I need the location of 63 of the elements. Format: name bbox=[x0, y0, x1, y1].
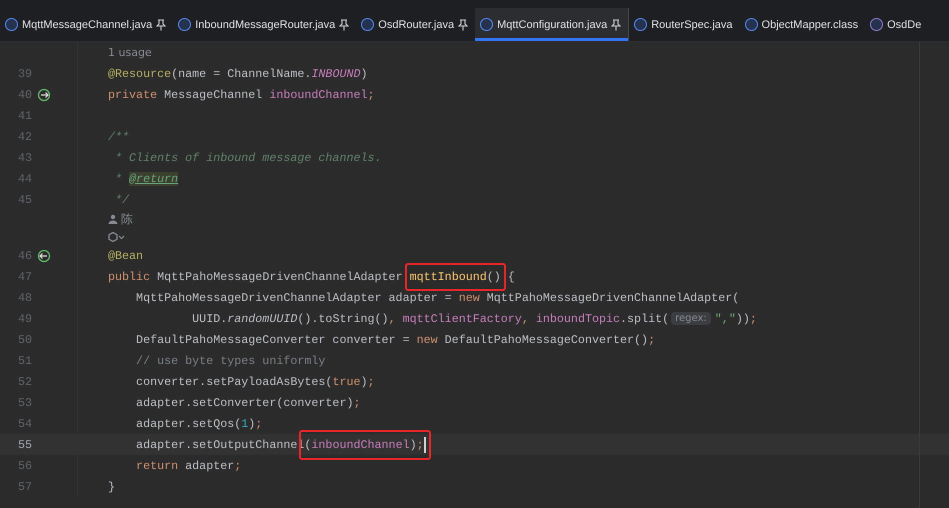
pin-icon[interactable] bbox=[339, 18, 350, 30]
ai-assistant-icon[interactable] bbox=[108, 232, 125, 242]
code-line: public MqttPahoMessageDrivenChannelAdapter mqttInbound() { bbox=[78, 262, 515, 290]
file-tab[interactable]: MqttConfiguration.java bbox=[475, 8, 630, 41]
code-line: return adapter; bbox=[135, 458, 242, 472]
file-tab[interactable]: OsdRouter.java bbox=[356, 8, 476, 41]
pin-icon[interactable] bbox=[156, 18, 166, 30]
line-number: 56 bbox=[16, 458, 32, 472]
line-number: 50 bbox=[16, 332, 32, 346]
line-number: 57 bbox=[16, 480, 32, 494]
file-tab[interactable]: InboundMessageRouter.java bbox=[173, 8, 356, 41]
line-number: 43 bbox=[16, 150, 32, 164]
author-name[interactable]: 陈 bbox=[121, 210, 133, 228]
code-line: converter.setPayloadAsBytes(true); bbox=[135, 374, 375, 388]
parameter-hint: regex: bbox=[671, 312, 711, 325]
line-number: 49 bbox=[16, 312, 32, 326]
code-line: } bbox=[107, 480, 116, 494]
line-number: 48 bbox=[16, 290, 32, 304]
class-icon bbox=[361, 18, 374, 31]
line-number: 39 bbox=[16, 66, 32, 80]
code-line: DefaultPahoMessageConverter converter = new DefaultPahoMessageConverter(); bbox=[135, 332, 656, 346]
code-line: UUID.randomUUID().toString(), mqttClientFactory, inboundTopic.split( regex: ",")); bbox=[191, 312, 757, 326]
line-number: 41 bbox=[16, 108, 32, 122]
code-line: /** bbox=[107, 130, 130, 144]
line-number: 40 bbox=[16, 88, 32, 102]
code-line: // use byte types uniformly bbox=[135, 354, 326, 368]
bean-link-right-icon[interactable] bbox=[37, 88, 51, 102]
line-number: 44 bbox=[16, 172, 32, 186]
code-line: adapter.setQos(1); bbox=[135, 416, 262, 430]
file-tab[interactable]: MqttMessageChannel.java bbox=[0, 8, 174, 41]
enum-icon bbox=[870, 18, 884, 31]
file-tab[interactable]: OsdDe bbox=[865, 8, 928, 41]
code-line: @Resource(name = ChannelName.INBOUND) bbox=[107, 66, 368, 80]
person-icon bbox=[108, 214, 118, 224]
code-line: * Clients of inbound message channels. bbox=[114, 150, 382, 164]
line-number: 54 bbox=[16, 416, 32, 430]
code-line: private MessageChannel inboundChannel; bbox=[107, 88, 375, 102]
code-line: @Bean bbox=[107, 248, 144, 262]
line-number: 46 bbox=[16, 248, 32, 262]
line-number: 45 bbox=[16, 192, 32, 206]
class-icon bbox=[5, 18, 18, 31]
line-number: 42 bbox=[16, 130, 32, 144]
line-number: 53 bbox=[16, 396, 32, 410]
usage-hint[interactable]: 1 usage bbox=[78, 46, 152, 59]
line-number: 47 bbox=[16, 270, 32, 284]
text-caret bbox=[424, 436, 426, 452]
line-number: 55 bbox=[16, 438, 32, 452]
class-icon bbox=[744, 18, 758, 31]
highlight-box: mqttInbound() bbox=[404, 262, 506, 290]
class-icon bbox=[480, 18, 494, 31]
pin-icon[interactable] bbox=[611, 18, 622, 30]
line-number: 51 bbox=[16, 354, 32, 368]
code-line: */ bbox=[114, 192, 130, 206]
code-line: * @return bbox=[114, 172, 178, 186]
code-line: adapter.setConverter(converter); bbox=[135, 396, 360, 410]
code-line: MqttPahoMessageDrivenChannelAdapter adapter = new MqttPahoMessageDrivenChannelAdapter( bbox=[135, 290, 740, 304]
class-icon bbox=[178, 18, 192, 31]
file-tab[interactable]: ObjectMapper.class bbox=[740, 8, 866, 41]
bean-link-left-icon[interactable] bbox=[37, 248, 51, 262]
line-number: 52 bbox=[16, 374, 32, 388]
class-icon bbox=[634, 18, 648, 31]
pin-icon[interactable] bbox=[458, 18, 468, 30]
file-tab[interactable]: RouterSpec.java bbox=[629, 8, 740, 41]
